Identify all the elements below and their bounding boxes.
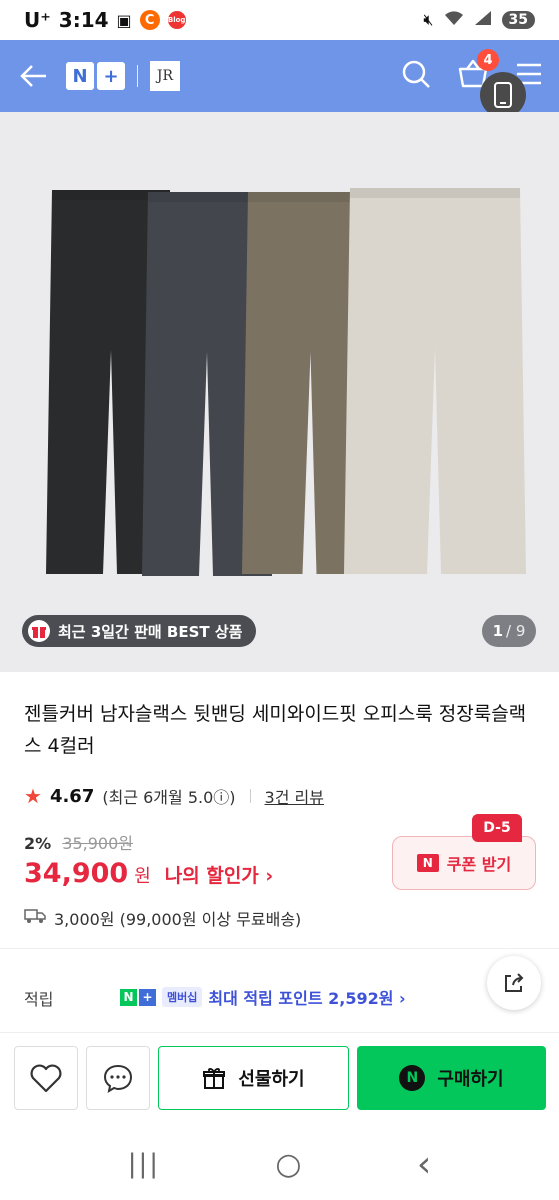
pants-4 bbox=[344, 188, 526, 574]
membership-tag: 멤버십 bbox=[162, 987, 203, 1007]
divider bbox=[0, 948, 559, 949]
naver-plus-logo[interactable]: N + bbox=[66, 62, 125, 90]
my-discount-price-link[interactable]: 나의 할인가 › bbox=[165, 861, 273, 888]
membership-points-row[interactable]: N + 멤버십 최대 적립 포인트 2,592원 › bbox=[120, 985, 406, 1009]
brand-logo[interactable]: JR bbox=[150, 61, 180, 91]
original-price-row: 2% 35,900원 bbox=[24, 830, 133, 854]
share-button[interactable] bbox=[487, 956, 541, 1010]
rating-divider bbox=[249, 789, 251, 803]
blog-notification-icon: Blog bbox=[167, 11, 186, 29]
mute-icon: 🔇︎ bbox=[423, 10, 434, 29]
notification-app-icon: C bbox=[139, 10, 160, 30]
top-navigation-bar: N + JR 4 bbox=[0, 40, 559, 112]
points-label: 적립 bbox=[24, 990, 54, 1009]
page-current: 1 bbox=[492, 622, 504, 640]
bottom-action-bar: 선물하기 N 구매하기 bbox=[14, 1046, 546, 1110]
logo-plus: + bbox=[139, 988, 156, 1006]
chat-bubble-icon bbox=[103, 1064, 133, 1093]
review-count-link[interactable]: 3건 리뷰 bbox=[265, 784, 324, 808]
back-icon[interactable]: ‹ bbox=[417, 1144, 431, 1185]
carrier-label: U⁺ bbox=[24, 8, 51, 32]
coupon-button[interactable]: N 쿠폰 받기 bbox=[392, 836, 536, 890]
battery-indicator: 35 bbox=[501, 11, 535, 29]
gift-button-label: 선물하기 bbox=[238, 1069, 305, 1090]
delivery-truck-icon bbox=[24, 908, 46, 928]
max-points-text: 최대 적립 포인트 2,592원 › bbox=[208, 989, 406, 1008]
rating-detail[interactable]: (최근 6개월 5.0ⓘ) bbox=[102, 784, 235, 808]
shipping-row: 3,000원 (99,000원 이상 무료배송) bbox=[24, 906, 301, 930]
system-navigation-bar: ||| ○ ‹ bbox=[0, 1128, 559, 1200]
price-unit: 원 bbox=[134, 866, 151, 887]
product-image-carousel[interactable] bbox=[0, 112, 559, 672]
status-bar: U⁺ 3:14 ▣ C Blog 🔇︎ 35 bbox=[0, 0, 559, 40]
naver-n-icon: N bbox=[416, 854, 439, 872]
rating-row: ★ 4.67 (최근 6개월 5.0ⓘ) 3건 리뷰 bbox=[24, 784, 324, 808]
recent-apps-icon[interactable]: ||| bbox=[128, 1149, 160, 1179]
discount-rate: 2% bbox=[24, 834, 52, 853]
chat-button[interactable] bbox=[86, 1046, 150, 1110]
home-icon[interactable]: ○ bbox=[275, 1147, 301, 1182]
cart-count-badge: 4 bbox=[477, 49, 499, 71]
best-seller-label: 최근 3일간 판매 BEST 상품 bbox=[58, 622, 243, 641]
coupon-label: 쿠폰 받기 bbox=[446, 855, 512, 874]
product-image bbox=[46, 188, 526, 576]
logo-n: N bbox=[120, 988, 137, 1006]
naver-plus-membership-logo: N + bbox=[120, 988, 156, 1006]
nav-divider bbox=[137, 65, 138, 87]
star-icon: ★ bbox=[24, 784, 42, 808]
product-title: 젠틀커버 남자슬랙스 뒷밴딩 세미와이드핏 오피스룩 정장룩슬랙스 4컬러 bbox=[24, 703, 527, 757]
share-icon bbox=[505, 973, 524, 992]
naver-pay-icon: N bbox=[399, 1065, 426, 1091]
gift-button[interactable]: 선물하기 bbox=[158, 1046, 349, 1110]
sale-price: 34,900 bbox=[24, 858, 129, 889]
heart-icon bbox=[30, 1064, 62, 1093]
sale-price-row: 34,900 원 나의 할인가 › bbox=[24, 858, 273, 889]
rating-score: 4.67 bbox=[49, 785, 95, 807]
divider bbox=[0, 1032, 559, 1033]
signal-icon bbox=[474, 10, 492, 30]
buy-button-label: 구매하기 bbox=[437, 1069, 504, 1090]
logo-n: N bbox=[66, 62, 94, 90]
screenshot-icon: ▣ bbox=[116, 10, 132, 30]
wifi-icon bbox=[444, 10, 464, 30]
dday-badge: D-5 bbox=[472, 814, 522, 842]
search-icon[interactable] bbox=[401, 59, 431, 93]
original-price: 35,900원 bbox=[62, 834, 133, 853]
buy-button[interactable]: N 구매하기 bbox=[357, 1046, 546, 1110]
image-pager: 1 / 9 bbox=[482, 615, 536, 647]
clock: 3:14 bbox=[58, 8, 109, 32]
page-total: / 9 bbox=[506, 622, 526, 640]
gift-box-icon bbox=[28, 620, 50, 642]
gift-icon bbox=[203, 1068, 226, 1089]
back-arrow-icon[interactable] bbox=[16, 58, 52, 94]
best-seller-badge: 최근 3일간 판매 BEST 상품 bbox=[22, 615, 257, 647]
shipping-fee: 3,000원 (99,000원 이상 무료배송) bbox=[54, 910, 302, 929]
phone-icon bbox=[494, 82, 512, 108]
logo-plus: + bbox=[97, 62, 125, 90]
wishlist-button[interactable] bbox=[14, 1046, 78, 1110]
